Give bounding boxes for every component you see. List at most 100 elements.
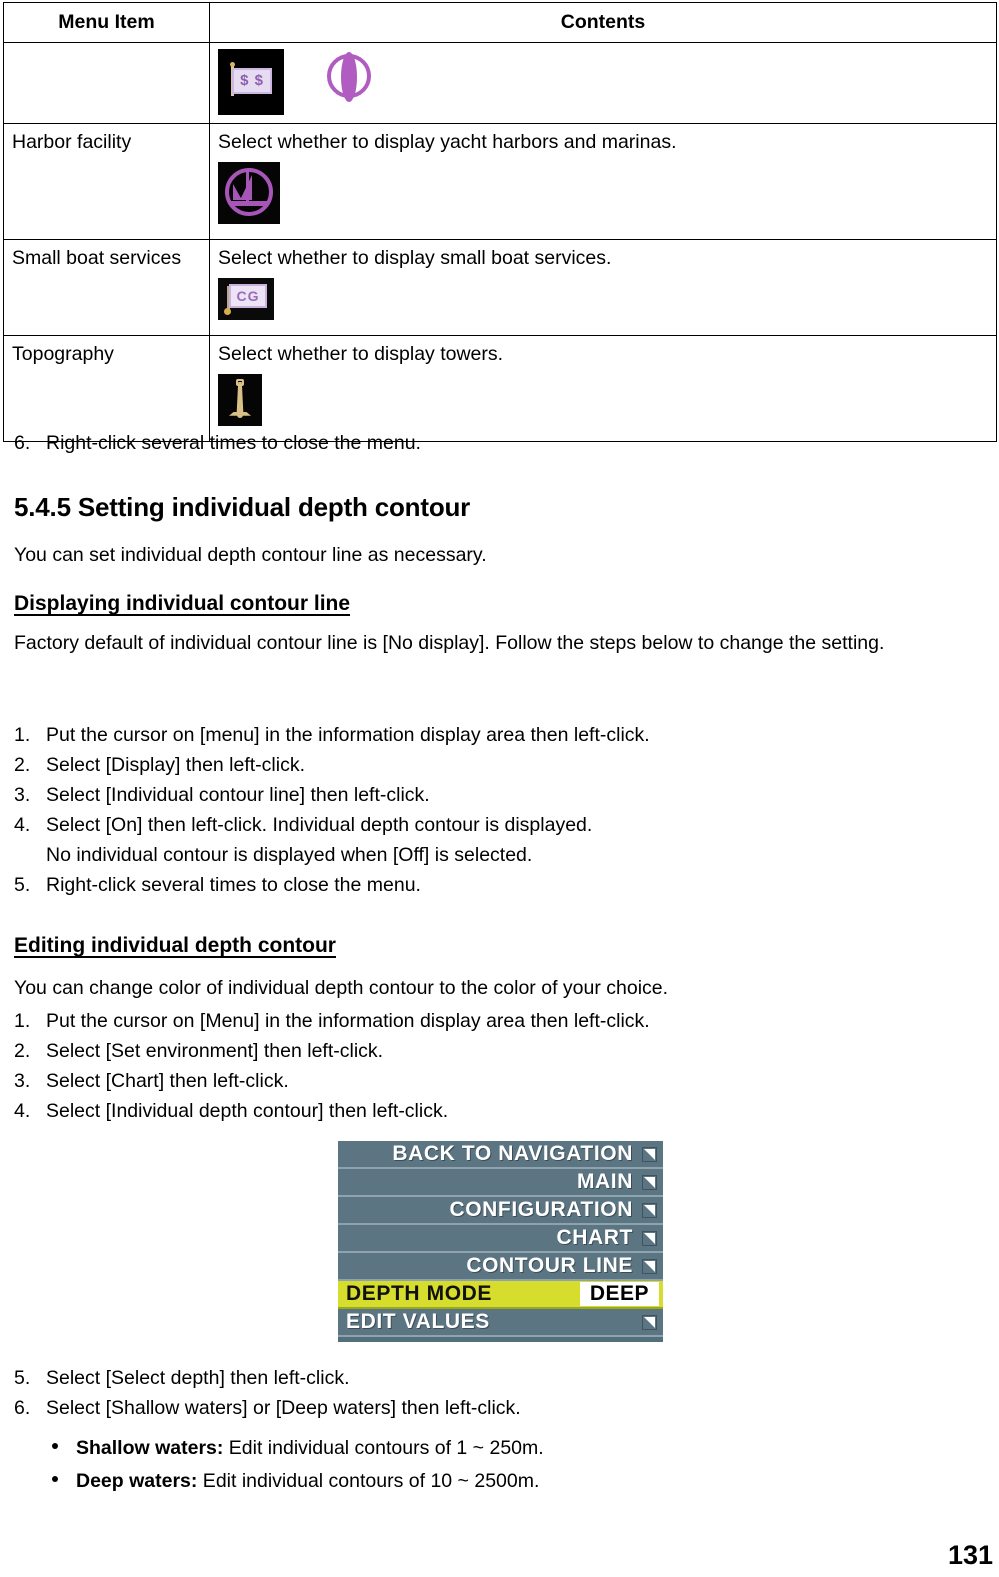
subsection-heading: Editing individual depth contour xyxy=(14,934,336,957)
menu-row-contour-line[interactable]: CONTOUR LINE xyxy=(338,1253,663,1281)
step-number: 1. xyxy=(14,724,31,746)
bullet-dot-icon xyxy=(52,1475,58,1482)
menu-row-main[interactable]: MAIN xyxy=(338,1169,663,1197)
subsection-paragraph: Factory default of individual contour li… xyxy=(14,632,885,654)
icon-tower-body xyxy=(236,381,244,414)
bullet-text: Edit individual contours of 10 ~ 2500m. xyxy=(197,1469,540,1492)
column-header-contents: Contents xyxy=(209,2,997,43)
step-number: 2. xyxy=(14,1039,31,1062)
depth-mode-value[interactable]: DEEP xyxy=(579,1282,659,1306)
coast-guard-cg-icon: CG xyxy=(218,277,274,320)
step-text: Select [Individual contour line] then le… xyxy=(46,783,430,806)
icon-knob xyxy=(230,61,235,67)
cell-description-text: Select whether to display small boat ser… xyxy=(218,246,612,269)
list-item: 4. Select [On] then left-click. Individu… xyxy=(0,812,980,839)
step-text: Right-click several times to close the m… xyxy=(46,432,421,454)
list-item: 3. Select [Chart] then left-click. xyxy=(0,1068,980,1095)
table-header-row: Menu Item Contents xyxy=(3,2,997,43)
icon-tower-dot xyxy=(237,411,243,418)
bullet-label: Deep waters: xyxy=(76,1469,198,1492)
icon-cg-label: CG xyxy=(229,283,267,308)
menu-item-label: DEPTH MODE xyxy=(346,1282,493,1305)
step-number: 3. xyxy=(14,1069,31,1092)
menu-row-back-to-navigation[interactable]: BACK TO NAVIGATION xyxy=(338,1141,663,1169)
step-number: 1. xyxy=(14,1010,31,1032)
table-row: Topography Select whether to display tow… xyxy=(3,334,997,442)
step-text: Select [Display] then left-click. xyxy=(46,753,306,776)
list-item: 6. Select [Shallow waters] or [Deep wate… xyxy=(0,1395,980,1422)
cell-contents: Select whether to display towers. xyxy=(209,334,997,442)
icon-hull xyxy=(230,200,268,206)
menu-item-label: CONFIGURATION xyxy=(449,1198,633,1221)
submenu-arrow-icon xyxy=(642,1202,657,1218)
step-text: Right-click several times to close the m… xyxy=(46,873,421,896)
document-page: Menu Item Contents $ $ Harbor facility S… xyxy=(0,0,999,1577)
cell-menu-item: Harbor facility xyxy=(3,122,210,240)
cell-description-text: Select whether to display yacht harbors … xyxy=(218,130,677,153)
step-number: 6. xyxy=(14,432,31,454)
step-number: 4. xyxy=(14,1099,31,1122)
step-text: Put the cursor on [menu] in the informat… xyxy=(46,724,650,746)
list-item: 3. Select [Individual contour line] then… xyxy=(0,782,980,809)
subsection-editing: Editing individual depth contour xyxy=(14,934,336,958)
table-row: $ $ xyxy=(3,41,997,124)
list-item: 2. Select [Set environment] then left-cl… xyxy=(0,1038,980,1065)
subsection-heading: Displaying individual contour line xyxy=(14,592,351,615)
purple-lens-buoy-icon xyxy=(318,48,380,111)
cell-description-text: Select whether to display towers. xyxy=(218,342,504,365)
menu-row-chart[interactable]: CHART xyxy=(338,1225,663,1253)
step-number: 2. xyxy=(14,753,31,776)
step-text: Select [On] then left-click. Individual … xyxy=(46,813,593,836)
step-number: 5. xyxy=(14,1367,31,1389)
step-text: Select [Shallow waters] or [Deep waters]… xyxy=(46,1396,521,1419)
bullet-dot-icon xyxy=(52,1442,58,1449)
icon-dollar-label: $ $ xyxy=(232,67,272,94)
step-number: 4. xyxy=(14,813,31,836)
step-text: Select [Chart] then left-click. xyxy=(46,1069,289,1092)
dollar-sign-board-icon: $ $ xyxy=(218,48,284,115)
bullet-text: Edit individual contours of 1 ~ 250m. xyxy=(223,1436,544,1459)
bullet-item-shallow-waters: Shallow waters: Edit individual contours… xyxy=(0,1435,980,1462)
editing-steps-after-image: 5. Select [Select depth] then left-click… xyxy=(0,1365,980,1501)
bullet-item-deep-waters: Deep waters: Edit individual contours of… xyxy=(0,1468,980,1495)
icon-row: $ $ xyxy=(218,48,988,115)
menu-row-depth-mode[interactable]: DEPTH MODE DEEP xyxy=(338,1281,663,1309)
section-intro: You can set individual depth contour lin… xyxy=(14,544,487,566)
step-text: Put the cursor on [Menu] in the informat… xyxy=(46,1010,650,1032)
page-title: 5.4.5 Setting individual depth contour xyxy=(14,492,471,522)
table-row: Harbor facility Select whether to displa… xyxy=(3,122,997,240)
step-after-table: 6. Right-click several times to close th… xyxy=(0,430,999,457)
cell-contents: $ $ xyxy=(209,41,997,124)
column-header-menu-item: Menu Item xyxy=(3,2,210,43)
editing-steps-list: 1. Put the cursor on [Menu] in the infor… xyxy=(0,1008,980,1128)
submenu-arrow-icon xyxy=(642,1230,657,1246)
cell-contents: Select whether to display yacht harbors … xyxy=(209,122,997,240)
submenu-arrow-icon xyxy=(642,1314,657,1330)
list-item: 1. Put the cursor on [Menu] in the infor… xyxy=(0,1008,980,1035)
submenu-arrow-icon xyxy=(642,1258,657,1274)
step-text: Select [Select depth] then left-click. xyxy=(46,1367,350,1389)
list-item: 2. Select [Display] then left-click. xyxy=(0,752,980,779)
page-number: 131 xyxy=(947,1540,993,1570)
step-number: 3. xyxy=(14,783,31,806)
icon-sail-jib xyxy=(233,183,242,200)
menu-item-label: MAIN xyxy=(576,1170,633,1193)
sailboat-harbor-icon xyxy=(218,161,280,224)
list-item: 5. Select [Select depth] then left-click… xyxy=(0,1365,980,1392)
cell-menu-item: Small boat services xyxy=(3,238,210,336)
subsection-paragraph: You can change color of individual depth… xyxy=(14,977,669,999)
list-item: 5. Right-click several times to close th… xyxy=(0,872,980,899)
menu-item-label: EDIT VALUES xyxy=(346,1310,490,1333)
displaying-steps-list: 1. Put the cursor on [menu] in the infor… xyxy=(0,722,980,901)
table-row: Small boat services Select whether to di… xyxy=(3,238,997,336)
step-text: Select [Set environment] then left-click… xyxy=(46,1039,384,1062)
step-text: Select [Individual depth contour] then l… xyxy=(46,1099,449,1122)
cell-contents: Select whether to display small boat ser… xyxy=(209,238,997,336)
bullet-label: Shallow waters: xyxy=(76,1436,224,1459)
list-item: 1. Put the cursor on [menu] in the infor… xyxy=(0,722,980,749)
icon-knob xyxy=(224,307,231,315)
menu-row-configuration[interactable]: CONFIGURATION xyxy=(338,1197,663,1225)
list-item: 4. Select [Individual depth contour] the… xyxy=(0,1098,980,1125)
menu-item-label: CONTOUR LINE xyxy=(466,1254,633,1277)
menu-row-edit-values[interactable]: EDIT VALUES xyxy=(338,1309,663,1337)
